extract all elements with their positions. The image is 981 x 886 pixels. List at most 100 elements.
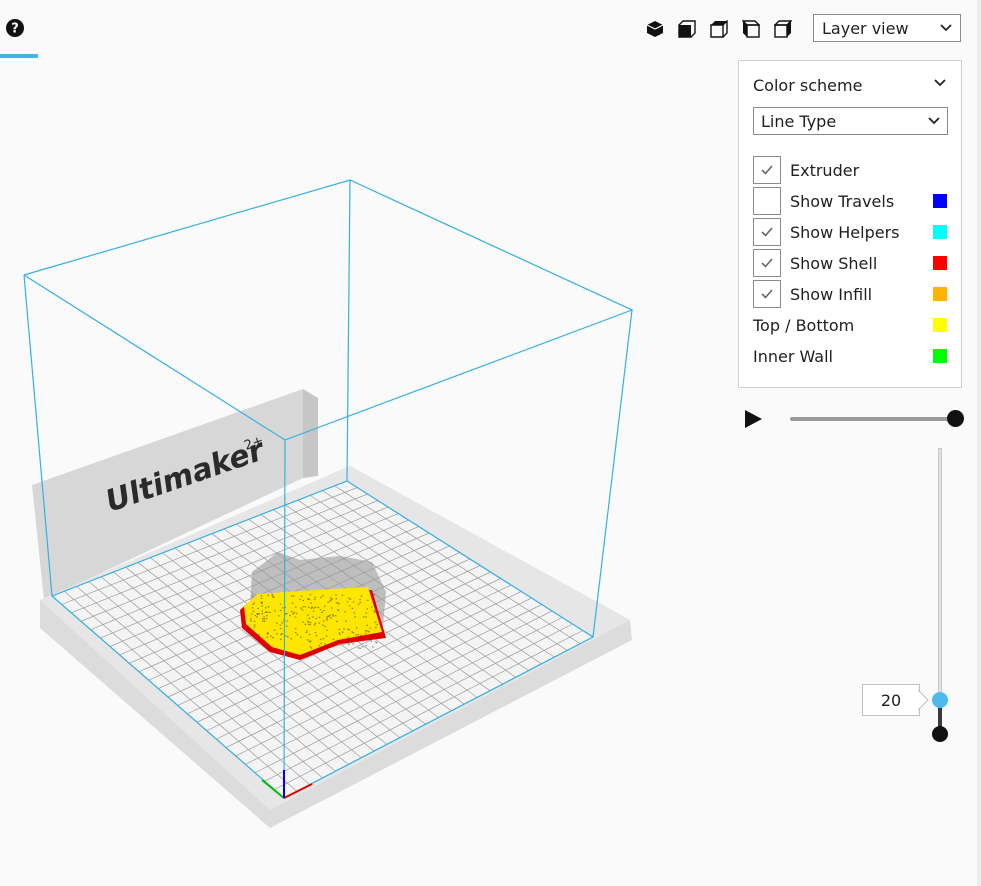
legend-item-show-shell[interactable]: Show Shell xyxy=(753,248,948,278)
3d-view-icon[interactable] xyxy=(643,17,667,41)
infill-mark xyxy=(251,607,254,609)
infill-mark xyxy=(349,598,352,600)
infill-mark xyxy=(352,643,354,645)
infill-mark xyxy=(376,624,379,626)
infill-mark xyxy=(369,627,372,629)
infill-mark xyxy=(361,646,364,648)
infill-mark xyxy=(315,618,317,620)
infill-mark xyxy=(260,595,263,597)
infill-mark xyxy=(367,599,369,601)
left-view-icon[interactable] xyxy=(739,17,763,41)
infill-mark xyxy=(326,617,328,619)
infill-mark xyxy=(335,641,338,643)
infill-mark xyxy=(276,633,278,635)
panel-title: Color scheme xyxy=(753,76,863,95)
infill-mark xyxy=(374,604,376,606)
infill-mark xyxy=(324,625,327,628)
infill-mark xyxy=(348,643,350,646)
infill-mark xyxy=(374,621,377,623)
legend-item-extruder[interactable]: Extruder xyxy=(753,155,948,185)
infill-mark xyxy=(282,607,284,609)
legend-checkbox[interactable] xyxy=(753,187,781,215)
infill-mark xyxy=(326,629,328,631)
legend-item-top-bottom: Top / Bottom xyxy=(753,310,948,340)
infill-mark xyxy=(289,614,291,617)
infill-mark xyxy=(257,634,260,636)
infill-mark xyxy=(337,610,340,612)
infill-mark xyxy=(309,646,312,648)
top-view-icon[interactable] xyxy=(707,17,731,41)
infill-mark xyxy=(338,628,341,631)
infill-mark xyxy=(375,637,378,639)
infill-mark xyxy=(309,623,311,626)
infill-mark xyxy=(308,617,311,619)
infill-mark xyxy=(253,624,256,626)
infill-mark xyxy=(366,624,368,626)
infill-mark xyxy=(254,615,257,617)
infill-mark xyxy=(290,595,293,597)
infill-mark xyxy=(355,634,357,636)
infill-mark xyxy=(256,613,259,615)
infill-mark xyxy=(264,611,267,613)
infill-mark xyxy=(347,628,349,630)
infill-mark xyxy=(257,607,259,610)
infill-mark xyxy=(307,598,309,600)
infill-mark xyxy=(278,615,280,617)
infill-mark xyxy=(266,615,268,617)
infill-mark xyxy=(338,632,341,634)
window-edge xyxy=(977,0,981,886)
infill-mark xyxy=(307,639,309,641)
infill-mark xyxy=(357,603,360,605)
infill-mark xyxy=(252,610,255,612)
legend-item-show-travels[interactable]: Show Travels xyxy=(753,186,948,216)
collapse-chevron-icon[interactable] xyxy=(933,76,947,90)
front-view-icon[interactable] xyxy=(675,17,699,41)
view-mode-select[interactable]: Layer view xyxy=(813,14,961,42)
infill-mark xyxy=(285,625,288,627)
infill-mark xyxy=(307,614,309,616)
color-scheme-select[interactable]: Line Type xyxy=(753,107,948,135)
help-icon[interactable]: ? xyxy=(4,17,26,39)
infill-mark xyxy=(324,643,326,645)
current-layer-input[interactable]: 20 xyxy=(862,684,920,716)
color-scheme-value: Line Type xyxy=(761,111,837,131)
infill-mark xyxy=(351,631,353,633)
layer-slider-lower-handle[interactable] xyxy=(932,726,948,742)
chevron-down-icon xyxy=(928,117,940,125)
infill-mark xyxy=(258,613,260,615)
playback-slider-track[interactable] xyxy=(790,417,956,421)
infill-mark xyxy=(341,594,344,596)
legend-label: Extruder xyxy=(790,160,860,180)
legend-item-show-helpers[interactable]: Show Helpers xyxy=(753,217,948,247)
infill-mark xyxy=(307,606,310,608)
right-view-icon[interactable] xyxy=(771,17,795,41)
infill-mark xyxy=(313,624,316,626)
legend-label: Show Travels xyxy=(790,191,895,211)
legend-checkbox[interactable] xyxy=(753,249,781,277)
infill-mark xyxy=(312,610,315,612)
infill-mark xyxy=(367,631,370,633)
infill-mark xyxy=(294,606,297,608)
infill-mark xyxy=(296,634,299,636)
infill-mark xyxy=(250,620,252,622)
infill-mark xyxy=(359,601,362,604)
infill-mark xyxy=(330,597,332,599)
legend-color-swatch xyxy=(933,256,947,270)
playback-slider-handle[interactable] xyxy=(947,410,964,427)
play-icon[interactable] xyxy=(742,408,764,430)
infill-mark xyxy=(261,613,264,615)
infill-mark xyxy=(302,606,305,608)
infill-mark xyxy=(366,608,369,610)
infill-mark xyxy=(253,626,256,628)
infill-mark xyxy=(375,642,378,644)
infill-mark xyxy=(302,621,304,623)
legend-item-show-infill[interactable]: Show Infill xyxy=(753,279,948,309)
legend-checkbox[interactable] xyxy=(753,218,781,246)
infill-mark xyxy=(261,618,264,620)
layer-slider-upper-handle[interactable] xyxy=(932,692,948,708)
legend-checkbox[interactable] xyxy=(753,280,781,308)
layer-box-pointer xyxy=(918,690,929,710)
infill-mark xyxy=(261,610,264,612)
legend-checkbox[interactable] xyxy=(753,156,781,184)
infill-mark xyxy=(285,635,287,637)
